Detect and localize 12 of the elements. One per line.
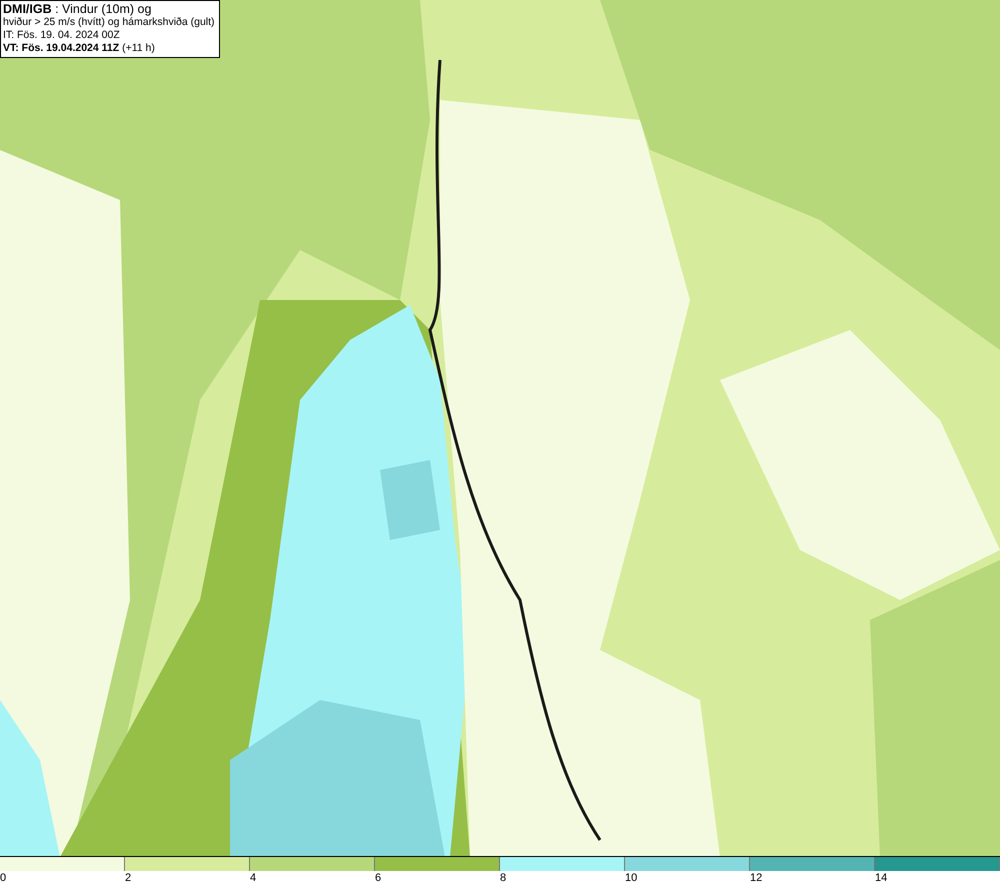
tick-label: 2 [125, 871, 132, 886]
tick-label: 12 [750, 871, 762, 886]
tick-label: 4 [250, 871, 256, 886]
header-line: VT: Fös. 19.04.2024 11Z (+11 h) [3, 42, 156, 55]
tick-label: 0 [0, 871, 6, 886]
tick-label: 10 [625, 871, 638, 886]
tick-label: 14 [875, 871, 888, 886]
header-line: hviður > 25 m/s (hvítt) og hámarkshviða (gult) [3, 16, 215, 29]
header-line: DMI/IGB : Vindur (10m) og [3, 3, 152, 16]
header-line: IT: Fös. 19. 04. 2024 00Z [3, 29, 121, 42]
tick-label: 6 [375, 871, 382, 886]
tick-label: 8 [500, 871, 506, 886]
